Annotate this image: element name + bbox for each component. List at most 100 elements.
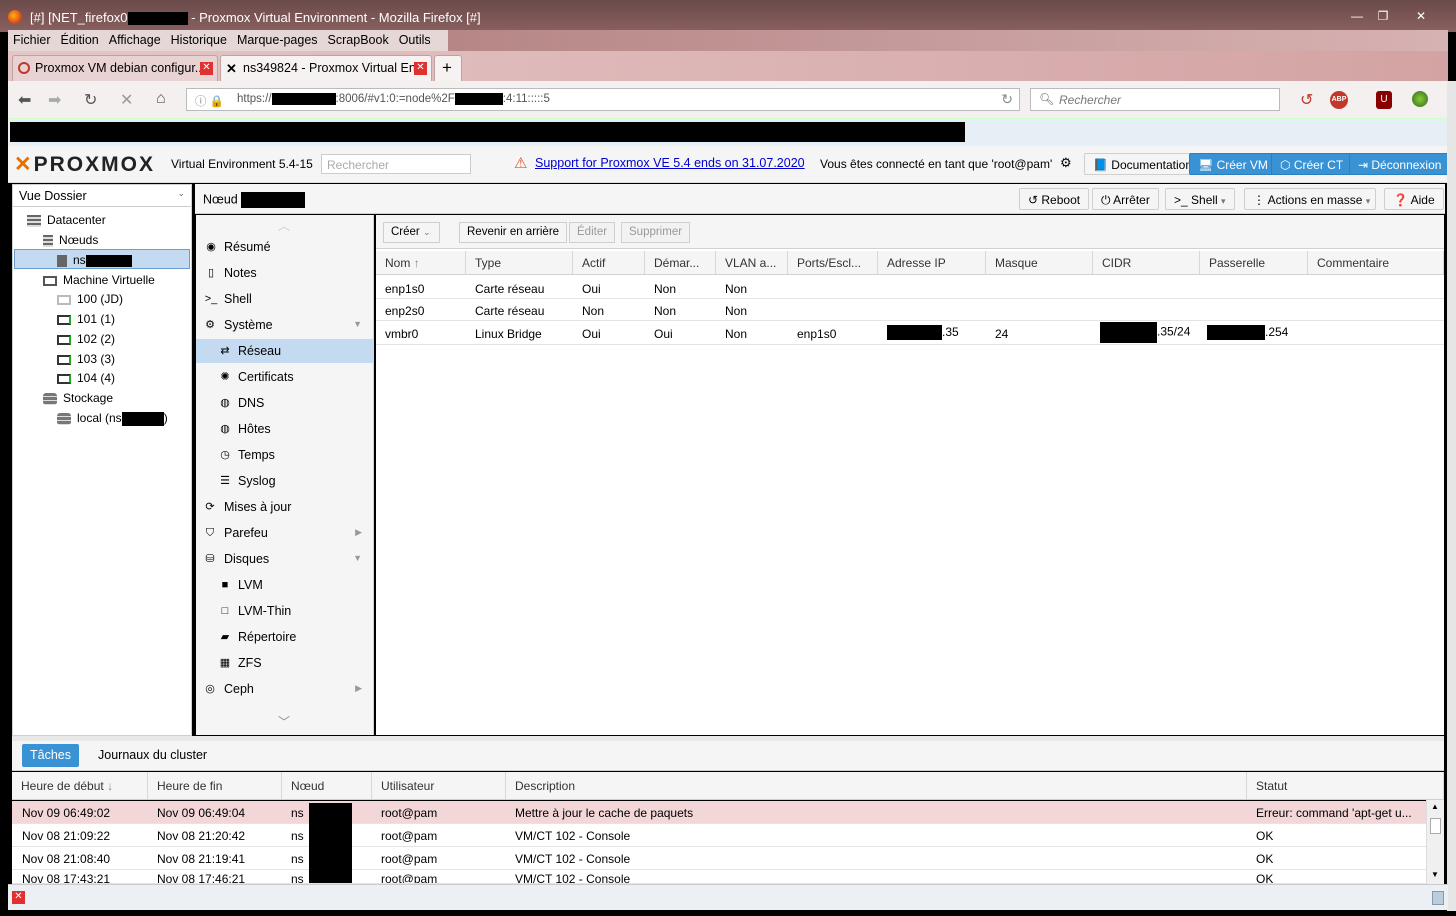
col-cidr[interactable]: CIDR: [1093, 251, 1200, 275]
col-active[interactable]: Actif: [573, 251, 645, 275]
col-mask[interactable]: Masque: [986, 251, 1093, 275]
documentation-button[interactable]: 📘 Documentation: [1084, 153, 1201, 175]
edit-button[interactable]: Éditer: [569, 222, 616, 243]
nav-network[interactable]: ⇄ Réseau: [196, 339, 374, 363]
col-node[interactable]: Nœud: [282, 772, 372, 800]
tree-vm-104[interactable]: 104 (4): [57, 368, 115, 388]
stop-icon[interactable]: ✕: [120, 90, 133, 110]
col-gateway[interactable]: Passerelle: [1200, 251, 1308, 275]
stop-button[interactable]: ⏻ Arrêter: [1092, 188, 1159, 210]
col-start-time[interactable]: Heure de début ↓: [12, 772, 148, 800]
tree-vm-103[interactable]: 103 (3): [57, 349, 115, 369]
help-button[interactable]: ❓ Aide: [1384, 188, 1444, 210]
globe-icon[interactable]: [1412, 91, 1428, 107]
adblock-icon[interactable]: ABP: [1330, 91, 1348, 109]
nav-shell[interactable]: >_ Shell: [196, 287, 374, 311]
menu-scrapbook[interactable]: ScrapBook: [323, 30, 394, 50]
pve-search-input[interactable]: Rechercher: [321, 154, 471, 174]
menu-fichier[interactable]: Fichier: [8, 30, 56, 50]
nav-updates[interactable]: ⟳ Mises à jour: [196, 495, 374, 519]
logout-button[interactable]: ⇥ Déconnexion: [1349, 153, 1451, 175]
page-scrollbar[interactable]: [1447, 81, 1456, 911]
col-comment[interactable]: Commentaire: [1308, 251, 1444, 275]
table-row[interactable]: vmbr0 Linux Bridge Oui Oui Non enp1s0 .3…: [376, 321, 1444, 345]
tab-close-icon[interactable]: ✕: [414, 62, 427, 75]
menu-marque-pages[interactable]: Marque-pages: [232, 30, 323, 50]
bulk-actions-button[interactable]: ⋮ Actions en masse ▾: [1244, 188, 1376, 210]
nav-summary[interactable]: ◉ Résumé: [196, 235, 374, 259]
create-vm-button[interactable]: 🖥 Créer VM: [1189, 153, 1277, 175]
nav-disks[interactable]: ⛁ Disques ▼: [196, 547, 374, 571]
ublock-icon[interactable]: U: [1376, 91, 1392, 109]
tree-node-selected[interactable]: ns: [14, 249, 190, 269]
url-bar[interactable]: ⓘ 🔒 https://:8006/#v1:0:=node%2F:4:11:::…: [186, 88, 1020, 111]
tree-vm-100[interactable]: 100 (JD): [57, 289, 123, 309]
shell-button[interactable]: >_ Shell ▾: [1165, 188, 1235, 210]
browser-search-input[interactable]: 🔍︎ Rechercher: [1030, 88, 1280, 111]
col-user[interactable]: Utilisateur: [372, 772, 506, 800]
panel-icon[interactable]: [1432, 891, 1444, 905]
task-row[interactable]: Nov 08 17:43:21 Nov 08 17:46:21 ns root@…: [12, 870, 1426, 884]
menu-historique[interactable]: Historique: [166, 30, 232, 50]
col-ip[interactable]: Adresse IP: [878, 251, 986, 275]
info-icon[interactable]: ⓘ 🔒: [195, 93, 224, 109]
table-row[interactable]: enp2s0 Carte réseau Non Non Non: [376, 299, 1444, 321]
col-description[interactable]: Description: [506, 772, 1247, 800]
menu-outils[interactable]: Outils: [394, 30, 436, 50]
maximize-icon[interactable]: ❐: [1372, 8, 1394, 24]
col-autostart[interactable]: Démar...: [645, 251, 716, 275]
forward-icon[interactable]: ➡: [48, 90, 61, 110]
nav-system[interactable]: ⚙ Système ▼: [196, 313, 374, 337]
task-scrollbar[interactable]: ▲ ▼: [1426, 800, 1444, 884]
table-row[interactable]: enp1s0 Carte réseau Oui Non Non: [376, 277, 1444, 299]
browser-tab-2[interactable]: ✕ ns349824 - Proxmox Virtual En... ✕: [220, 55, 432, 81]
col-status[interactable]: Statut: [1247, 772, 1444, 800]
nav-zfs[interactable]: ▦ ZFS: [196, 651, 374, 675]
tree-vms[interactable]: Machine Virtuelle: [43, 270, 155, 290]
reboot-button[interactable]: ↺ Reboot: [1019, 188, 1090, 210]
col-type[interactable]: Type: [466, 251, 573, 275]
task-row[interactable]: Nov 08 21:08:40 Nov 08 21:19:41 ns root@…: [12, 847, 1426, 870]
tree-vm-102[interactable]: 102 (2): [57, 329, 115, 349]
nav-lvm-thin[interactable]: □ LVM-Thin: [196, 599, 374, 623]
col-end-time[interactable]: Heure de fin: [148, 772, 282, 800]
tree-storage[interactable]: Stockage: [43, 388, 113, 408]
nav-time[interactable]: ◷ Temps: [196, 443, 374, 467]
close-icon[interactable]: ✕: [12, 891, 25, 904]
delete-button[interactable]: Supprimer: [621, 222, 691, 243]
task-row[interactable]: Nov 08 21:09:22 Nov 08 21:20:42 ns root@…: [12, 824, 1426, 847]
nav-firewall[interactable]: ⛉ Parefeu ▶: [196, 521, 374, 545]
col-name[interactable]: Nom ↑: [376, 251, 466, 275]
nav-notes[interactable]: ▯ Notes: [196, 261, 374, 285]
undo-icon[interactable]: ↺: [1300, 90, 1313, 110]
scroll-up-icon[interactable]: ▲: [1431, 802, 1439, 811]
tab-cluster-log[interactable]: Journaux du cluster: [98, 748, 207, 762]
nav-hosts[interactable]: ◍ Hôtes: [196, 417, 374, 441]
col-vlan[interactable]: VLAN a...: [716, 251, 788, 275]
menu-edition[interactable]: Édition: [56, 30, 104, 50]
scroll-down-icon[interactable]: ﹀: [278, 713, 290, 730]
tree-vm-101[interactable]: 101 (1): [57, 309, 115, 329]
url-reload-icon[interactable]: ↻: [1001, 91, 1013, 108]
tree-datacenter[interactable]: Datacenter: [27, 210, 106, 230]
nav-certificates[interactable]: ✺ Certificats: [196, 365, 374, 389]
support-link[interactable]: Support for Proxmox VE 5.4 ends on 31.07…: [535, 156, 805, 170]
create-ct-button[interactable]: ⬡ Créer CT: [1271, 153, 1353, 175]
minimize-icon[interactable]: —: [1346, 8, 1368, 24]
scroll-thumb[interactable]: [1430, 818, 1441, 834]
tab-close-icon[interactable]: ✕: [200, 62, 213, 75]
nav-dns[interactable]: ◍ DNS: [196, 391, 374, 415]
home-icon[interactable]: ⌂: [156, 90, 166, 108]
menu-affichage[interactable]: Affichage: [104, 30, 166, 50]
back-icon[interactable]: ⬅: [18, 90, 31, 110]
view-selector[interactable]: Vue Dossier ⌄: [13, 185, 191, 207]
revert-button[interactable]: Revenir en arrière: [459, 222, 568, 243]
gear-icon[interactable]: ⚙: [1060, 155, 1072, 171]
new-tab-button[interactable]: +: [434, 55, 462, 81]
tree-nodes[interactable]: Nœuds: [43, 230, 98, 250]
tab-tasks[interactable]: Tâches: [22, 744, 79, 767]
close-icon[interactable]: ✕: [1410, 8, 1432, 24]
tree-storage-local[interactable]: local (ns): [57, 408, 168, 428]
scroll-down-icon[interactable]: ▼: [1431, 870, 1439, 879]
nav-syslog[interactable]: ☰ Syslog: [196, 469, 374, 493]
